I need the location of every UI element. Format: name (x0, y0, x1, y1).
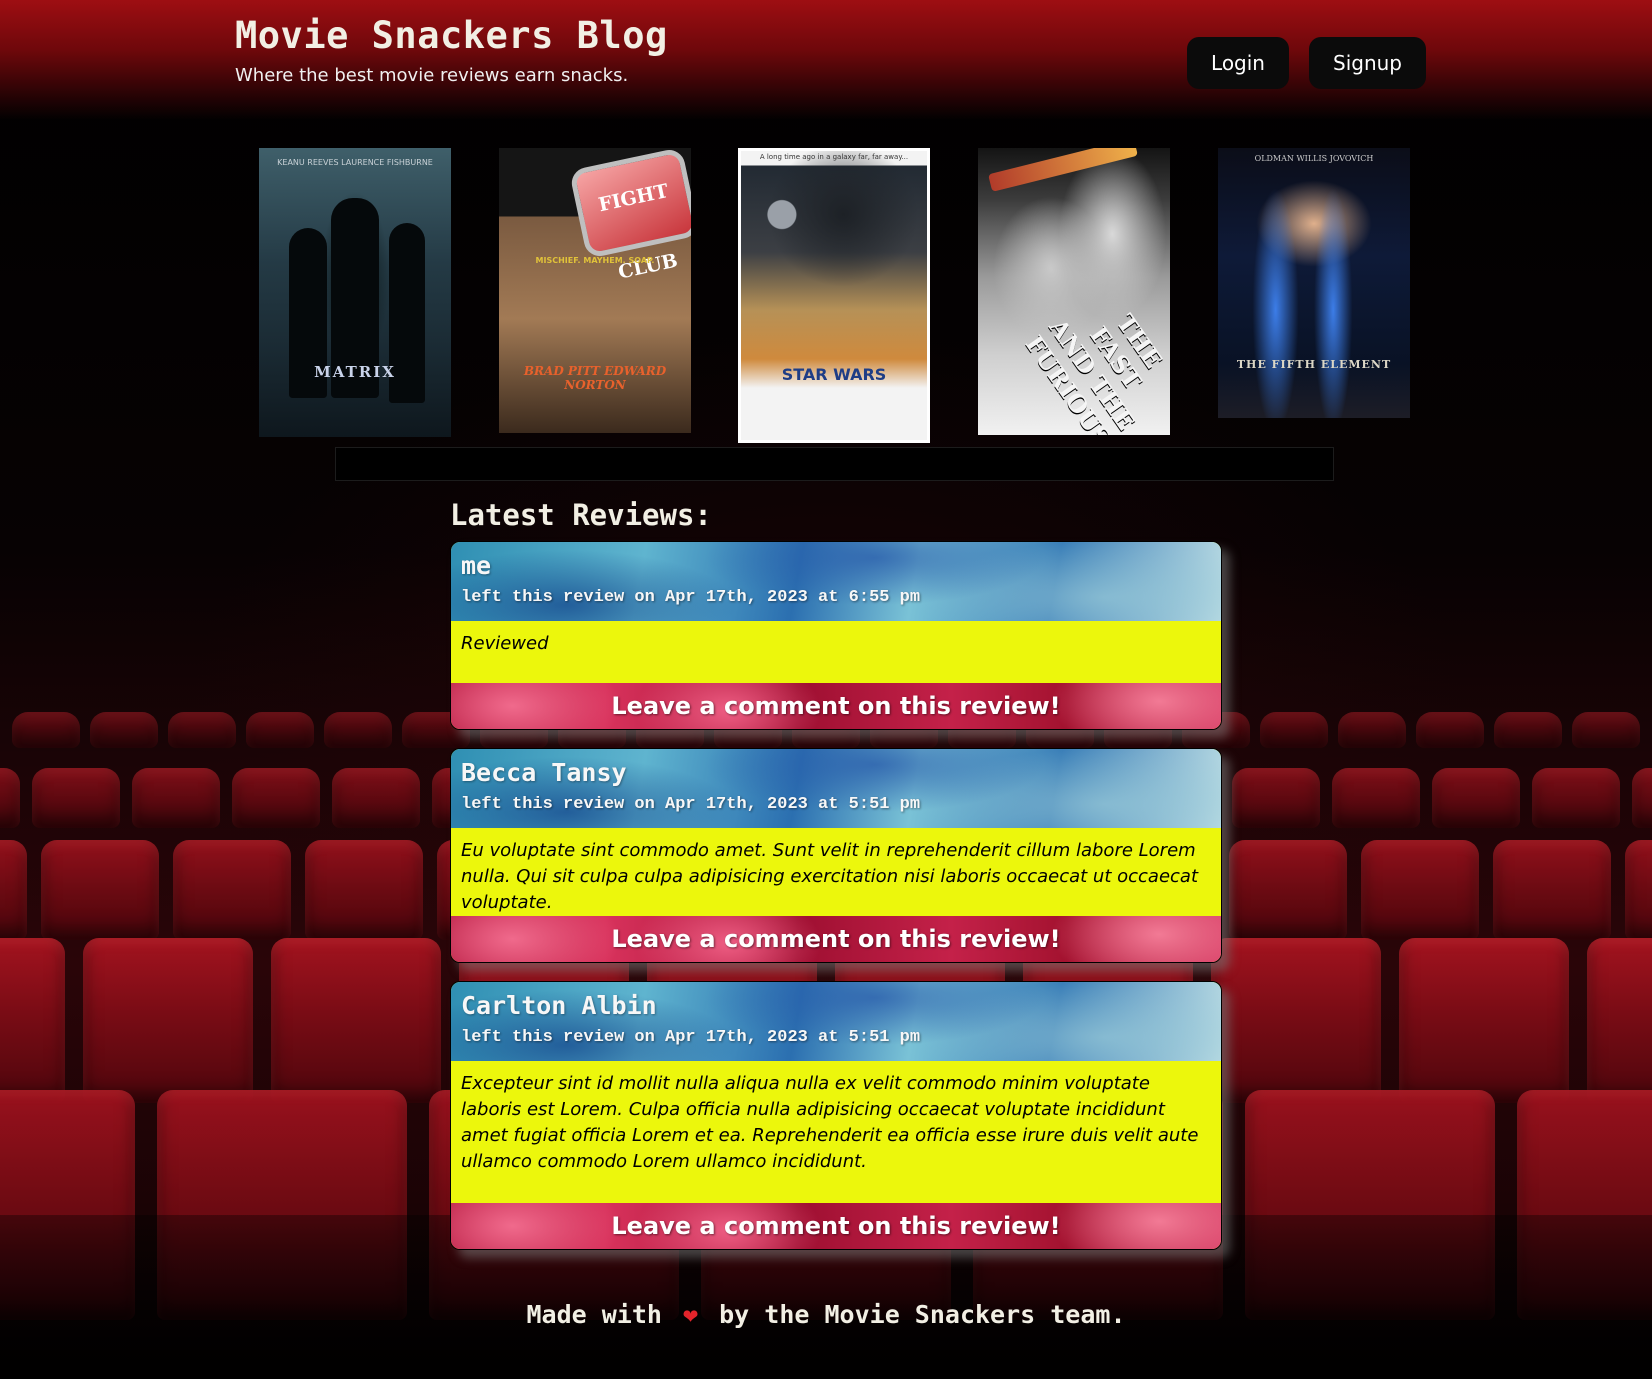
review-date: left this review on Apr 17th, 2023 at 6:… (461, 588, 921, 607)
page-content: Movie Snackers Blog Where the best movie… (0, 0, 1652, 1379)
poster-title: BRAD PITT EDWARD NORTON (523, 364, 667, 392)
site-footer: Made with ❤ by the Movie Snackers team. (0, 1300, 1652, 1329)
review-card: me left this review on Apr 17th, 2023 at… (450, 541, 1222, 730)
poster-credits: OLDMAN WILLIS JOVOVICH (1254, 154, 1374, 163)
poster-tagline: MISCHIEF. MAYHEM. SOAP. (535, 256, 655, 265)
review-header: Carlton Albin left this review on Apr 17… (451, 982, 1221, 1061)
site-title[interactable]: Movie Snackers Blog (235, 14, 668, 57)
movie-poster-strip: KEANU REEVES LAURENCE FISHBURNE MATRIX F… (259, 148, 1411, 445)
review-author: Becca Tansy (461, 758, 627, 787)
poster-title: MATRIX (314, 363, 396, 381)
header-nav: Login Signup (1187, 37, 1426, 89)
signup-button[interactable]: Signup (1309, 37, 1426, 89)
review-date: left this review on Apr 17th, 2023 at 5:… (461, 1028, 921, 1047)
empty-banner-bar (335, 447, 1334, 481)
review-author: me (461, 551, 492, 580)
leave-comment-button[interactable]: Leave a comment on this review! (451, 683, 1221, 729)
review-header: Becca Tansy left this review on Apr 17th… (451, 749, 1221, 828)
poster-fight-club[interactable]: FIGHT CLUB MISCHIEF. MAYHEM. SOAP. BRAD … (499, 148, 691, 433)
poster-title: STAR WARS (781, 365, 887, 384)
brand: Movie Snackers Blog Where the best movie… (235, 14, 668, 86)
poster-title: THE FAST AND THE FURIOUS (1019, 308, 1169, 435)
review-body: Reviewed (451, 621, 1221, 683)
review-card: Becca Tansy left this review on Apr 17th… (450, 748, 1222, 963)
site-header: Movie Snackers Blog Where the best movie… (0, 0, 1652, 120)
footer-prefix: Made with (526, 1300, 662, 1329)
poster-star-wars[interactable]: A long time ago in a galaxy far, far awa… (738, 148, 930, 443)
review-date: left this review on Apr 17th, 2023 at 5:… (461, 795, 921, 814)
poster-car-graphic (988, 148, 1138, 192)
login-button[interactable]: Login (1187, 37, 1289, 89)
site-tagline: Where the best movie reviews earn snacks… (235, 65, 629, 86)
poster-title: THE FIFTH ELEMENT (1236, 358, 1392, 371)
poster-logo: FIGHT CLUB (568, 148, 691, 284)
poster-fifth-element[interactable]: OLDMAN WILLIS JOVOVICH THE FIFTH ELEMENT (1218, 148, 1410, 418)
poster-fast-and-furious[interactable]: THE FAST AND THE FURIOUS (978, 148, 1170, 435)
leave-comment-button[interactable]: Leave a comment on this review! (451, 916, 1221, 962)
leave-comment-button[interactable]: Leave a comment on this review! (451, 1203, 1221, 1249)
review-card: Carlton Albin left this review on Apr 17… (450, 981, 1222, 1250)
review-body: Eu voluptate sint commodo amet. Sunt vel… (451, 828, 1221, 916)
heart-icon: ❤ (683, 1300, 699, 1329)
review-body: Excepteur sint id mollit nulla aliqua nu… (451, 1061, 1221, 1203)
poster-small-text: A long time ago in a galaxy far, far awa… (759, 153, 909, 161)
review-author: Carlton Albin (461, 991, 657, 1020)
reviews-heading: Latest Reviews: (450, 498, 712, 532)
review-header: me left this review on Apr 17th, 2023 at… (451, 542, 1221, 621)
poster-the-matrix[interactable]: KEANU REEVES LAURENCE FISHBURNE MATRIX (259, 148, 451, 437)
latest-reviews-section: Latest Reviews: me left this review on A… (450, 497, 1222, 1268)
footer-suffix: by the Movie Snackers team. (719, 1300, 1126, 1329)
poster-credits: KEANU REEVES LAURENCE FISHBURNE (277, 158, 433, 167)
